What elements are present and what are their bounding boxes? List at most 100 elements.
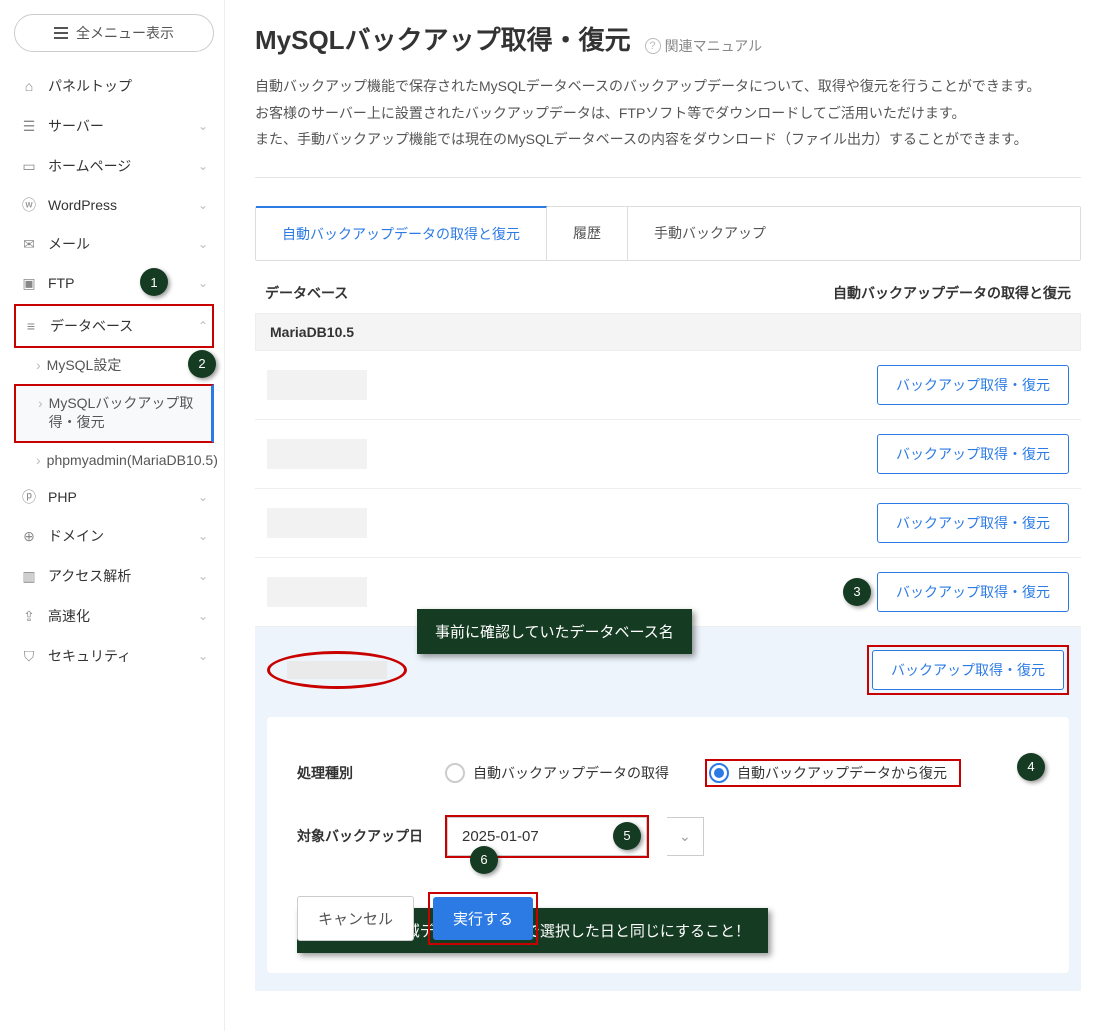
tabs: 自動バックアップデータの取得と復元 履歴 手動バックアップ xyxy=(255,206,1081,261)
server-icon: ☰ xyxy=(20,117,38,135)
desc-line: 自動バックアップ機能で保存されたMySQLデータベースのバックアップデータについ… xyxy=(255,73,1081,100)
php-icon: ⓟ xyxy=(20,488,38,506)
chevron-down-icon: ⌄ xyxy=(198,237,208,251)
shield-icon: ⛉ xyxy=(20,647,38,665)
tab-manual-backup[interactable]: 手動バックアップ xyxy=(628,207,792,260)
annotation-badge-3: 3 xyxy=(843,578,871,606)
nav-label: メール xyxy=(48,234,90,254)
chevron-up-icon: ⌃ xyxy=(198,319,208,333)
nav-sub-phpmyadmin[interactable]: › phpmyadmin(MariaDB10.5) xyxy=(14,443,214,479)
ftp-icon: ▣ xyxy=(20,274,38,292)
chevron-down-icon: ⌄ xyxy=(198,198,208,212)
nav-label: ドメイン xyxy=(48,526,104,546)
submit-button[interactable]: 実行する xyxy=(433,897,533,940)
db-group-header: MariaDB10.5 xyxy=(255,313,1081,351)
nav-sub-mysql-backup[interactable]: › MySQLバックアップ取得・復元 xyxy=(14,384,214,443)
callout-db-name: 事前に確認していたデータベース名 xyxy=(417,609,692,654)
backup-restore-button[interactable]: バックアップ取得・復元 xyxy=(877,572,1069,612)
nav-mail[interactable]: ✉ メール ⌄ xyxy=(14,224,214,264)
chevron-down-icon: ⌄ xyxy=(198,119,208,133)
annotation-badge-2: 2 xyxy=(188,350,216,378)
radio-icon-selected xyxy=(709,763,729,783)
chevron-down-icon: ⌄ xyxy=(198,529,208,543)
hamburger-icon xyxy=(54,27,68,39)
radio-option-get[interactable]: 自動バックアップデータの取得 xyxy=(445,763,669,783)
arrow-icon: › xyxy=(38,394,43,414)
db-name-redacted xyxy=(287,661,387,679)
nav-sub-mysql-settings[interactable]: › MySQL設定 2 xyxy=(14,348,214,384)
chevron-down-icon: ⌄ xyxy=(198,276,208,290)
nav-wordpress[interactable]: ⓦ WordPress ⌄ xyxy=(14,186,214,224)
arrow-icon: › xyxy=(36,451,41,471)
home-icon: ⌂ xyxy=(20,77,38,95)
nav-security[interactable]: ⛉ セキュリティ ⌄ xyxy=(14,636,214,676)
nav-label: FTP xyxy=(48,275,74,291)
nav-sub-label: MySQLバックアップ取得・復元 xyxy=(49,394,205,433)
annotation-badge-1: 1 xyxy=(140,268,168,296)
nav-homepage[interactable]: ▭ ホームページ ⌄ xyxy=(14,146,214,186)
col-header-action: 自動バックアップデータの取得と復元 xyxy=(833,283,1071,303)
sidebar: 全メニュー表示 ⌂ パネルトップ ☰ サーバー ⌄ ▭ ホームページ ⌄ ⓦ W… xyxy=(0,0,225,1031)
nav-ftp[interactable]: ▣ FTP ⌄ 1 xyxy=(14,264,214,302)
menu-all-label: 全メニュー表示 xyxy=(76,23,174,43)
cancel-button[interactable]: キャンセル xyxy=(297,896,414,941)
main-content: MySQLバックアップ取得・復元 ? 関連マニュアル 自動バックアップ機能で保存… xyxy=(225,0,1111,1031)
nav-php[interactable]: ⓟ PHP ⌄ xyxy=(14,478,214,516)
annotation-badge-6: 6 xyxy=(470,846,498,874)
annotation-badge-4: 4 xyxy=(1017,753,1045,781)
nav-label: サーバー xyxy=(48,116,104,136)
table-row: バックアップ取得・復元 xyxy=(255,420,1081,489)
help-icon: ? xyxy=(645,38,661,54)
page-icon: ▭ xyxy=(20,157,38,175)
nav-server[interactable]: ☰ サーバー ⌄ xyxy=(14,106,214,146)
col-header-db: データベース xyxy=(265,283,348,303)
desc-line: また、手動バックアップ機能では現在のMySQLデータベースの内容をダウンロード（… xyxy=(255,126,1081,153)
manual-link-label: 関連マニュアル xyxy=(665,36,763,56)
chevron-down-icon: ⌄ xyxy=(198,490,208,504)
speed-icon: ⇪ xyxy=(20,607,38,625)
nav-label: アクセス解析 xyxy=(48,566,131,586)
chevron-down-icon[interactable]: ⌄ xyxy=(667,817,704,856)
radio-label: 自動バックアップデータの取得 xyxy=(473,763,669,783)
nav-label: WordPress xyxy=(48,197,117,213)
arrow-icon: › xyxy=(36,356,41,376)
nav-panel-top[interactable]: ⌂ パネルトップ xyxy=(14,66,214,106)
nav-label: データベース xyxy=(50,316,133,336)
radio-option-restore[interactable]: 自動バックアップデータから復元 xyxy=(709,763,947,783)
chevron-down-icon: ⌄ xyxy=(198,609,208,623)
nav-domain[interactable]: ⊕ ドメイン ⌄ xyxy=(14,516,214,556)
tab-auto-backup[interactable]: 自動バックアップデータの取得と復元 xyxy=(256,206,547,260)
nav-label: 高速化 xyxy=(48,606,90,626)
label-process-type: 処理種別 xyxy=(297,763,427,783)
divider xyxy=(255,177,1081,178)
nav-label: セキュリティ xyxy=(48,646,131,666)
chart-icon: ▥ xyxy=(20,567,38,585)
desc-line: お客様のサーバー上に設置されたバックアップデータは、FTPソフト等でダウンロード… xyxy=(255,100,1081,127)
nav-analytics[interactable]: ▥ アクセス解析 ⌄ xyxy=(14,556,214,596)
backup-restore-button[interactable]: バックアップ取得・復元 xyxy=(877,503,1069,543)
backup-restore-button-active[interactable]: バックアップ取得・復元 xyxy=(872,650,1064,690)
restore-form: 処理種別 自動バックアップデータの取得 自動バックアップデータから復元 4 xyxy=(267,717,1069,973)
mail-icon: ✉ xyxy=(20,235,38,253)
database-table: データベース 自動バックアップデータの取得と復元 MariaDB10.5 バック… xyxy=(255,283,1081,991)
manual-link[interactable]: ? 関連マニュアル xyxy=(645,36,763,56)
db-name-redacted xyxy=(267,370,367,400)
chevron-down-icon: ⌄ xyxy=(198,569,208,583)
db-name-redacted xyxy=(267,577,367,607)
nav-sub-label: MySQL設定 xyxy=(47,356,122,376)
nav-label: PHP xyxy=(48,489,77,505)
menu-all-button[interactable]: 全メニュー表示 xyxy=(14,14,214,52)
nav-label: パネルトップ xyxy=(48,76,132,96)
nav-database[interactable]: ≡ データベース ⌃ xyxy=(14,304,214,348)
nav-sub-label: phpmyadmin(MariaDB10.5) xyxy=(47,451,218,471)
db-name-highlight xyxy=(267,651,407,689)
radio-icon xyxy=(445,763,465,783)
tab-history[interactable]: 履歴 xyxy=(547,207,628,260)
backup-restore-button[interactable]: バックアップ取得・復元 xyxy=(877,434,1069,474)
nav-speed[interactable]: ⇪ 高速化 ⌄ xyxy=(14,596,214,636)
backup-restore-button[interactable]: バックアップ取得・復元 xyxy=(877,365,1069,405)
table-row: バックアップ取得・復元 xyxy=(255,489,1081,558)
chevron-down-icon: ⌄ xyxy=(198,159,208,173)
wordpress-icon: ⓦ xyxy=(20,196,38,214)
globe-icon: ⊕ xyxy=(20,527,38,545)
